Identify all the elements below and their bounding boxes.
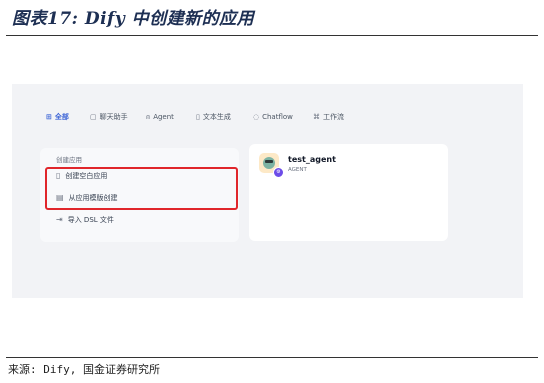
tab-label: Agent [153, 113, 174, 121]
import-dsl-item[interactable]: ⇥ 导入 DSL 文件 [56, 214, 114, 226]
tab-label: 聊天助手 [99, 113, 128, 121]
agent-icon: ⍝ [146, 113, 151, 121]
tab-workflow[interactable]: ⌘ 工作流 [313, 110, 344, 124]
app-type-label: AGENT [288, 167, 307, 173]
grid-icon: ⊞ [46, 113, 52, 121]
dify-screenshot: ⊞ 全部 ▢ 聊天助手 ⍝ Agent ▯ 文本生成 ◌ Chatflow ⌘ … [12, 84, 523, 298]
tab-agent[interactable]: ⍝ Agent [146, 110, 174, 124]
tab-chat-assistant[interactable]: ▢ 聊天助手 [90, 110, 128, 124]
create-app-heading: 创建应用 [56, 156, 82, 164]
red-highlight-box [45, 167, 238, 210]
tab-label: 工作流 [323, 113, 344, 121]
figure-title: 图表17: Dify 中创建新的应用 [12, 9, 255, 29]
agent-badge-icon: ⚙ [273, 167, 284, 178]
import-icon: ⇥ [56, 215, 63, 224]
tab-label: 文本生成 [202, 113, 231, 121]
document-icon: ▯ [196, 113, 200, 121]
menu-item-label: 导入 DSL 文件 [67, 216, 114, 224]
robot-avatar-icon: ⚙ [259, 153, 284, 178]
workflow-icon: ⌘ [313, 113, 320, 121]
tab-all[interactable]: ⊞ 全部 [46, 110, 69, 124]
tab-chatflow[interactable]: ◌ Chatflow [253, 110, 293, 124]
title-divider [6, 35, 538, 36]
source-divider [6, 357, 538, 358]
tab-label: Chatflow [262, 113, 293, 121]
tab-label: 全部 [54, 113, 69, 121]
tab-text-generation[interactable]: ▯ 文本生成 [196, 110, 231, 124]
app-name: test_agent [288, 155, 336, 164]
chat-icon: ▢ [90, 113, 97, 121]
figure-source: 来源: Dify, 国金证券研究所 [8, 363, 160, 376]
app-card-test-agent[interactable]: ⚙ test_agent AGENT [249, 144, 448, 241]
chatflow-icon: ◌ [253, 113, 260, 121]
